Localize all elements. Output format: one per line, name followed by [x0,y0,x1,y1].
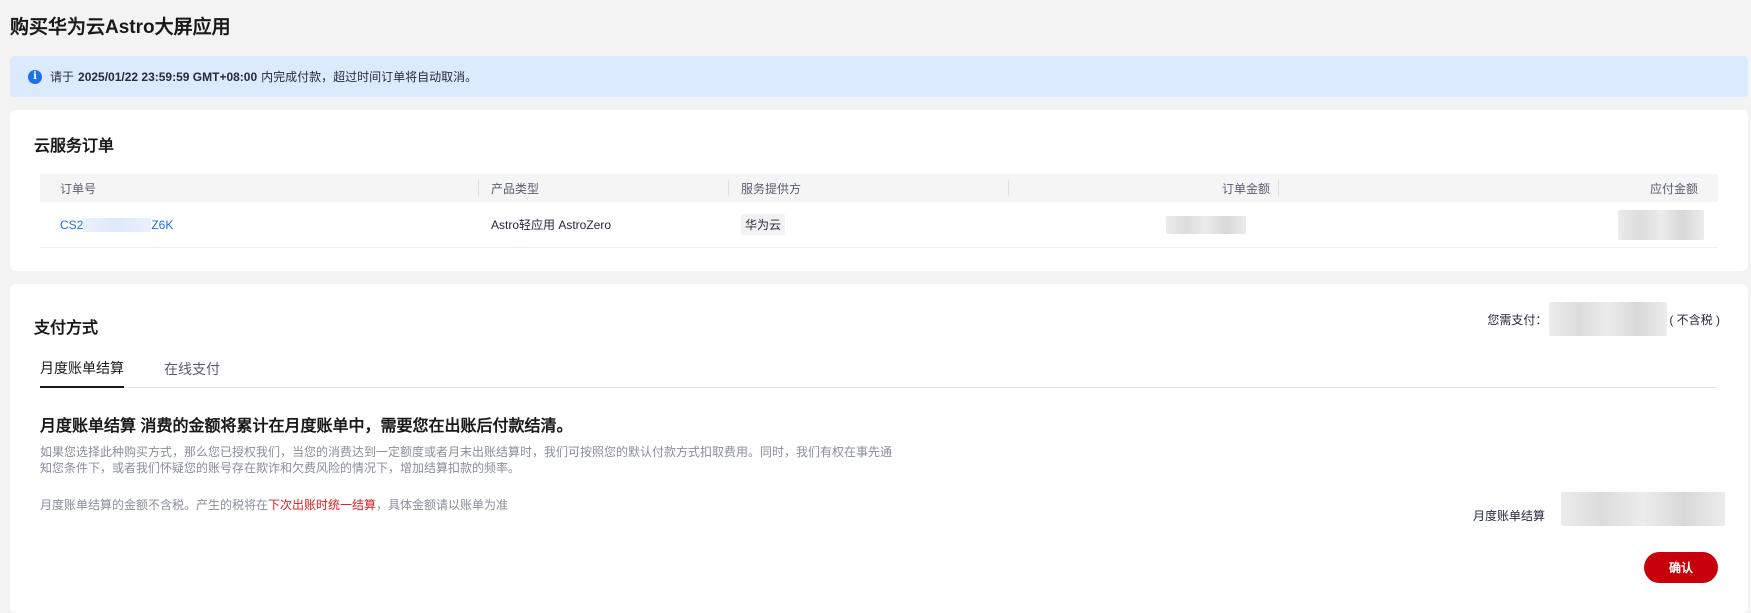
order-id-link[interactable]: CS2 Z6K [60,202,173,247]
column-divider [1278,180,1279,196]
need-pay-amount-blurred [1549,302,1668,336]
order-card: 云服务订单 订单号 产品类型 服务提供方 订单金额 应付金额 CS2 Z6K A… [10,110,1748,271]
order-id-start[interactable]: CS2 [60,218,83,232]
column-divider [478,180,479,196]
notice-deadline: 2025/01/22 23:59:59 GMT+08:00 [78,69,258,84]
column-divider [728,180,729,196]
column-header-order-id: 订单号 [60,181,97,196]
order-id-end[interactable]: Z6K [151,218,173,232]
notice-suffix: 内完成付款，超过时间订单将自动取消。 [261,70,478,84]
order-table-header: 订单号 产品类型 服务提供方 订单金额 应付金额 [40,174,1718,202]
tax-excluded-label: ( 不含税 ) [1669,312,1720,327]
monthly-billing-description: 如果您选择此种购买方式，那么您已授权我们，当您的消费达到一定额度或者月末出账结算… [40,445,893,475]
tab-online-payment[interactable]: 在线支付 [164,350,220,388]
payment-card-title: 支付方式 [34,320,99,337]
product-type-cell: Astro轻应用 AstroZero [491,218,612,232]
provider-tag: 华为云 [741,214,786,235]
page-title: 购买华为云Astro大屏应用 [10,17,231,38]
payable-amount-blurred [1618,209,1704,240]
monthly-billing-label: 月度账单结算 [1473,509,1546,523]
tax-note-before: 月度账单结算的金额不含税。产生的税将在 [40,498,269,512]
order-id-mask [83,217,152,232]
order-table: 订单号 产品类型 服务提供方 订单金额 应付金额 CS2 Z6K Astro轻应… [40,174,1718,248]
order-card-title: 云服务订单 [34,138,115,155]
monthly-billing-amount-blurred [1561,492,1725,526]
order-amount-cell [1166,202,1246,247]
provider-cell: 华为云 [741,202,786,247]
tax-note-after: ，具体金额请以账单为准 [376,498,509,512]
need-pay-label: 您需支付： [1487,312,1548,327]
tab-monthly-billing[interactable]: 月度账单结算 [40,350,124,388]
column-header-provider: 服务提供方 [741,181,802,196]
confirm-button[interactable]: 确认 [1644,552,1718,583]
order-amount-blurred [1166,215,1246,234]
column-header-payable-amount: 应付金额 [1649,181,1698,196]
column-header-product-type: 产品类型 [491,181,540,196]
column-header-order-amount: 订单金额 [1221,181,1270,196]
monthly-billing-heading: 月度账单结算 消费的金额将累计在月度账单中，需要您在出账后付款结清。 [40,418,573,435]
payment-card: 支付方式 您需支付： ( 不含税 ) 月度账单结算 在线支付 月度账单结算 消费… [10,284,1748,613]
tax-note-highlight: 下次出账时统一结算 [268,498,377,512]
payable-amount-cell [1618,202,1704,247]
notice-prefix: 请于 [50,70,75,84]
table-row: CS2 Z6K Astro轻应用 AstroZero 华为云 [40,202,1718,248]
payment-deadline-notice: i 请于 2025/01/22 23:59:59 GMT+08:00 内完成付款… [10,56,1748,97]
need-pay-summary: 您需支付： ( 不含税 ) [1487,302,1720,336]
payment-tabs: 月度账单结算 在线支付 [40,350,1718,388]
column-divider [1008,180,1009,196]
info-icon: i [28,69,42,84]
tax-note: 月度账单结算的金额不含税。产生的税将在下次出账时统一结算，具体金额请以账单为准 [40,496,508,513]
